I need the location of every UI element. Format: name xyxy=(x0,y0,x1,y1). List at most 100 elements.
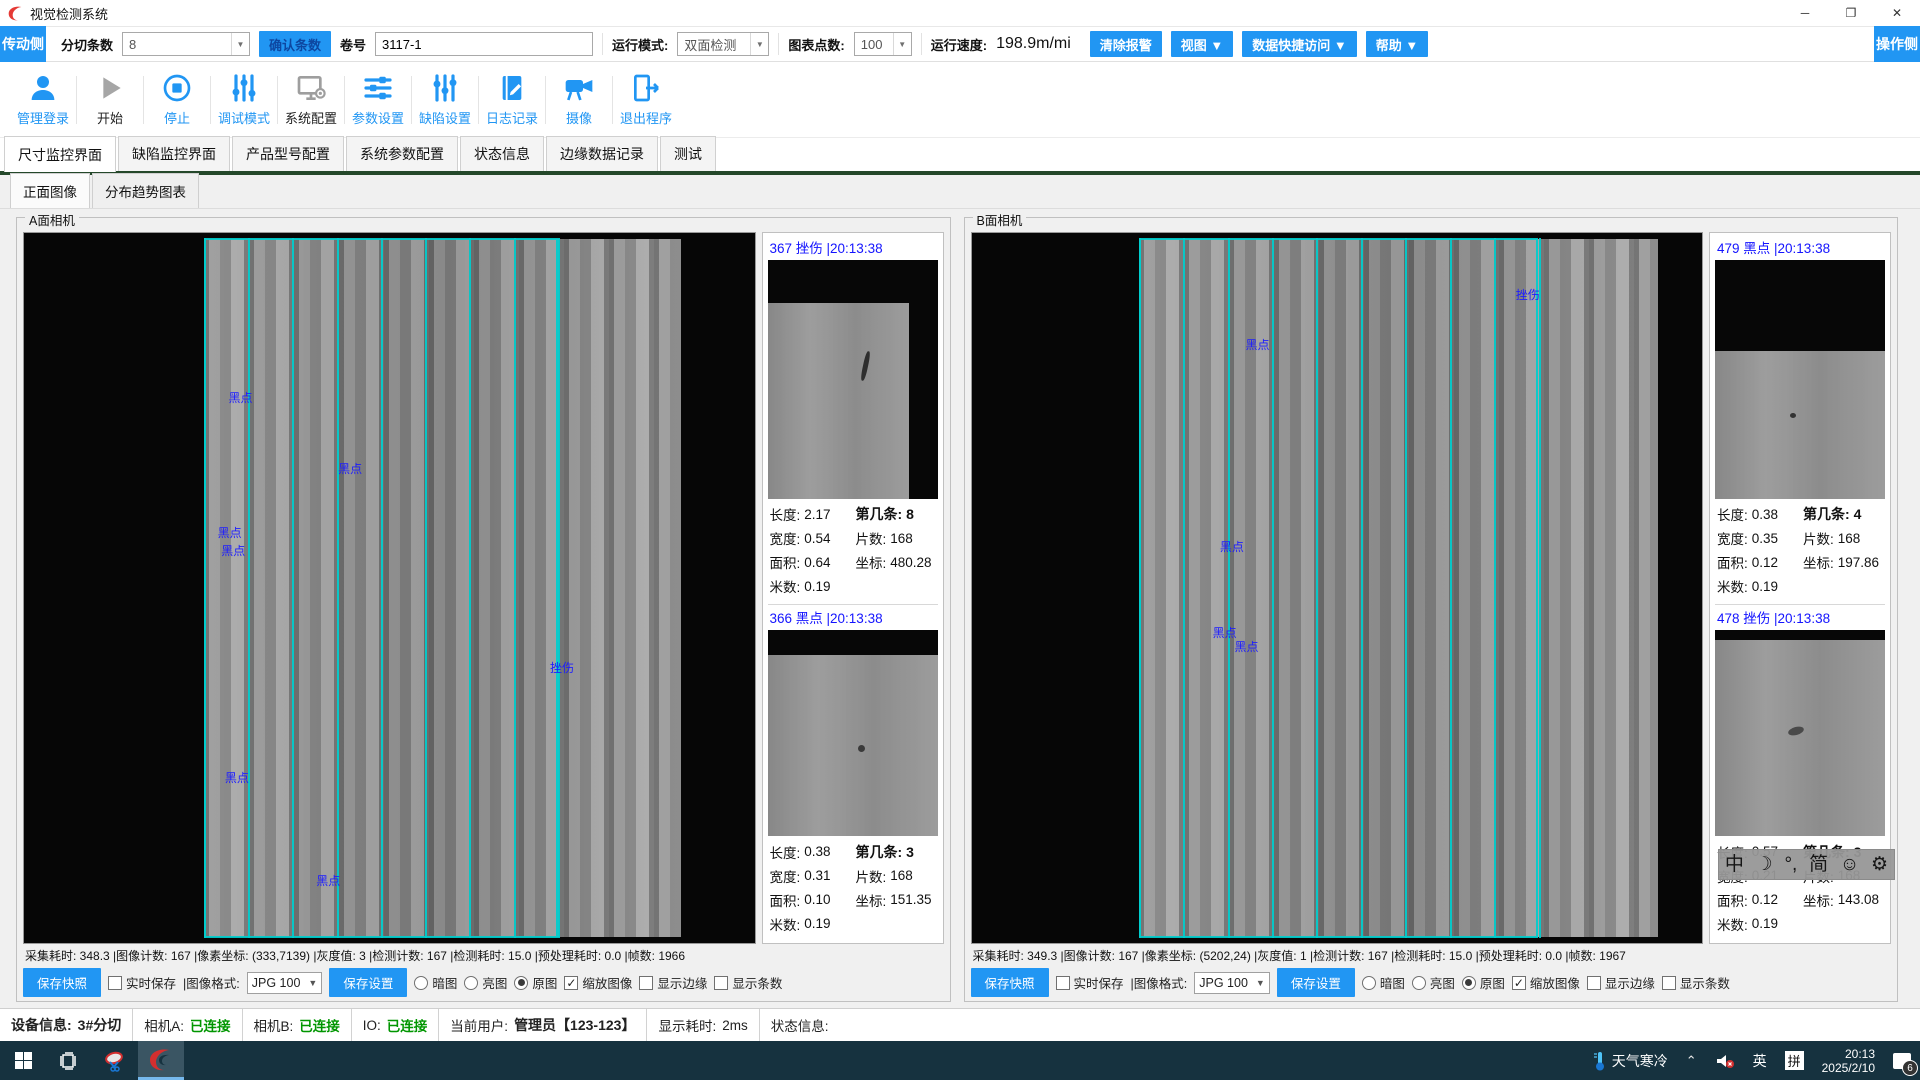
roll-number-input[interactable] xyxy=(375,32,593,56)
dark-image-radio[interactable]: 暗图 xyxy=(414,973,457,992)
tab-system-param-config[interactable]: 系统参数配置 xyxy=(346,136,458,171)
defect-annotation-label: 黑点 xyxy=(218,524,242,541)
defect-header[interactable]: 367 挫伤 |20:13:38 xyxy=(768,235,938,260)
zoom-image-checkbox[interactable]: ✓缩放图像 xyxy=(564,973,632,992)
ime-settings-icon[interactable]: ⚙ xyxy=(1871,855,1888,874)
image-format-select[interactable]: JPG 100▼ xyxy=(247,972,323,994)
help-menu-button[interactable]: 帮助 ▼ xyxy=(1366,31,1428,57)
camera-b-image[interactable]: 挫伤黑点黑点黑点黑点 xyxy=(971,232,1704,944)
realtime-save-checkbox[interactable]: 实时保存 xyxy=(1056,973,1124,992)
bright-image-radio[interactable]: 亮图 xyxy=(464,973,507,992)
debug-mode-button[interactable]: 调试模式 xyxy=(211,68,277,132)
operate-side-button[interactable]: 操作侧 xyxy=(1874,26,1920,62)
camera-record-button[interactable]: 摄像 xyxy=(546,68,612,132)
save-snapshot-button[interactable]: 保存快照 xyxy=(23,968,101,997)
exit-program-button[interactable]: 退出程序 xyxy=(613,68,679,132)
image-format-label: |图像格式: xyxy=(1131,973,1188,992)
tab-test[interactable]: 测试 xyxy=(660,136,716,171)
exit-door-icon xyxy=(630,72,662,104)
admin-login-button[interactable]: 管理登录 xyxy=(10,68,76,132)
weather-tray-item[interactable]: 天气寒冷 xyxy=(1584,1041,1677,1080)
radio-icon xyxy=(1412,976,1426,990)
image-format-select[interactable]: JPG 100▼ xyxy=(1194,972,1270,994)
tab-size-monitor[interactable]: 尺寸监控界面 xyxy=(4,136,116,172)
toolbar-separator xyxy=(778,33,779,55)
defect-header[interactable]: 366 黑点 |20:13:38 xyxy=(768,604,938,630)
chevron-down-icon: ▼ xyxy=(893,33,911,55)
maximize-button[interactable]: ❐ xyxy=(1828,0,1874,26)
defect-thumbnail[interactable] xyxy=(768,630,938,836)
defect-annotation-label: 挫伤 xyxy=(1516,286,1540,303)
tab-edge-data-record[interactable]: 边缘数据记录 xyxy=(546,136,658,171)
taskbar-clock[interactable]: 20:13 2025/2/10 xyxy=(1813,1041,1884,1080)
parameter-settings-button[interactable]: 参数设置 xyxy=(345,68,411,132)
start-button[interactable] xyxy=(0,1041,46,1080)
save-settings-button[interactable]: 保存设置 xyxy=(329,968,407,997)
defect-annotation-label: 黑点 xyxy=(229,389,253,406)
ime-halfmoon-icon[interactable]: ☽ xyxy=(1756,855,1773,874)
start-button[interactable]: 开始 xyxy=(77,68,143,132)
volume-muted-button[interactable] xyxy=(1706,1041,1744,1080)
camera-a-image[interactable]: 黑点黑点黑点黑点挫伤黑点黑点 xyxy=(23,232,756,944)
task-view-icon xyxy=(60,1052,78,1070)
image-format-label: |图像格式: xyxy=(183,973,240,992)
show-edge-checkbox[interactable]: 显示边缘 xyxy=(1587,973,1655,992)
run-mode-select[interactable]: 双面检测 ▼ xyxy=(677,32,769,56)
defect-settings-button[interactable]: 缺陷设置 xyxy=(412,68,478,132)
close-button[interactable]: ✕ xyxy=(1874,0,1920,26)
snipping-tool-button[interactable] xyxy=(92,1041,138,1080)
clock-date: 2025/2/10 xyxy=(1822,1061,1875,1075)
subtab-distribution-trend[interactable]: 分布趋势图表 xyxy=(92,173,199,208)
original-image-radio[interactable]: 原图 xyxy=(1462,973,1505,992)
defect-annotation-label: 黑点 xyxy=(225,769,249,786)
defect-header[interactable]: 478 挫伤 |20:13:38 xyxy=(1715,604,1885,630)
minimize-button[interactable]: ─ xyxy=(1782,0,1828,26)
slit-count-select[interactable]: 8 ▼ xyxy=(122,32,250,56)
icon-label: 摄像 xyxy=(566,108,592,127)
defect-header[interactable]: 479 黑点 |20:13:38 xyxy=(1715,235,1885,260)
confirm-count-button[interactable]: 确认条数 xyxy=(259,31,331,57)
hidden-icons-button[interactable]: ⌃ xyxy=(1677,1041,1706,1080)
save-snapshot-button[interactable]: 保存快照 xyxy=(971,968,1049,997)
tab-product-model-config[interactable]: 产品型号配置 xyxy=(232,136,344,171)
subtab-front-image[interactable]: 正面图像 xyxy=(10,173,90,208)
system-config-button[interactable]: 系统配置 xyxy=(278,68,344,132)
ime-chinese-mode-button[interactable]: 中 xyxy=(1725,855,1744,874)
defect-thumbnail[interactable] xyxy=(768,260,938,499)
status-bar: 设备信息:3#分切 相机A:已连接 相机B:已连接 IO:已连接 当前用户:管理… xyxy=(0,1008,1920,1041)
bright-image-radio[interactable]: 亮图 xyxy=(1412,973,1455,992)
ime-emoji-icon[interactable]: ☺ xyxy=(1840,855,1859,874)
zoom-image-checkbox[interactable]: ✓缩放图像 xyxy=(1512,973,1580,992)
show-strips-checkbox[interactable]: 显示条数 xyxy=(1662,973,1730,992)
show-strips-checkbox[interactable]: 显示条数 xyxy=(714,973,782,992)
show-edge-checkbox[interactable]: 显示边缘 xyxy=(639,973,707,992)
run-mode-value: 双面检测 xyxy=(684,35,736,54)
checkbox-icon xyxy=(714,976,728,990)
data-quick-access-menu-button[interactable]: 数据快捷访问 ▼ xyxy=(1242,31,1356,57)
ime-simplified-button[interactable]: 简 xyxy=(1809,855,1828,874)
pinyin-ime-button[interactable]: 拼 xyxy=(1776,1041,1813,1080)
input-language-button[interactable]: 英 xyxy=(1744,1041,1776,1080)
defect-thumbnail[interactable] xyxy=(1715,630,1885,836)
icon-label: 日志记录 xyxy=(486,108,538,127)
chart-points-select[interactable]: 100 ▼ xyxy=(854,32,912,56)
original-image-radio[interactable]: 原图 xyxy=(514,973,557,992)
clear-alarm-button[interactable]: 清除报警 xyxy=(1090,31,1162,57)
task-view-button[interactable] xyxy=(46,1041,92,1080)
view-menu-button[interactable]: 视图 ▼ xyxy=(1171,31,1233,57)
drive-side-button[interactable]: 传动侧 xyxy=(0,26,46,62)
tab-defect-monitor[interactable]: 缺陷监控界面 xyxy=(118,136,230,171)
tab-status-info[interactable]: 状态信息 xyxy=(460,136,544,171)
defect-thumbnail[interactable] xyxy=(1715,260,1885,499)
radio-icon xyxy=(1462,976,1476,990)
realtime-save-checkbox[interactable]: 实时保存 xyxy=(108,973,176,992)
video-camera-icon xyxy=(563,72,595,104)
radio-icon xyxy=(514,976,528,990)
ime-punctuation-button[interactable]: °, xyxy=(1784,855,1797,874)
save-settings-button[interactable]: 保存设置 xyxy=(1277,968,1355,997)
notification-center-button[interactable]: 6 xyxy=(1884,1041,1920,1080)
stop-button[interactable]: 停止 xyxy=(144,68,210,132)
vision-app-taskbar-button[interactable] xyxy=(138,1041,184,1080)
log-record-button[interactable]: 日志记录 xyxy=(479,68,545,132)
dark-image-radio[interactable]: 暗图 xyxy=(1362,973,1405,992)
